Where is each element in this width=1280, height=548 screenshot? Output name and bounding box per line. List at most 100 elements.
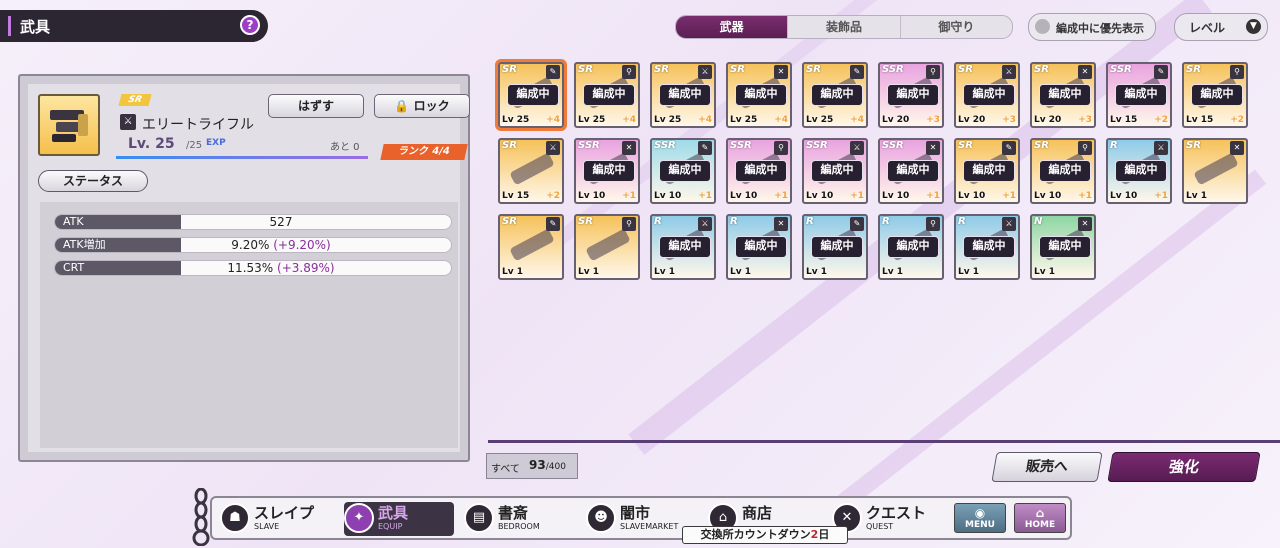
equipped-badge: 編成中: [583, 84, 635, 106]
home-button[interactable]: ⌂ HOME: [1014, 503, 1066, 533]
equipped-badge: 編成中: [1115, 84, 1167, 106]
weapon-card[interactable]: SR ✕ 編成中 Lv 20 +3: [1030, 62, 1096, 128]
equipped-badge: 編成中: [1039, 160, 1091, 182]
tab-charm[interactable]: 御守り: [899, 16, 1012, 38]
nav-bedroom[interactable]: ▤ 書斎 BEDROOM: [464, 502, 576, 536]
equipped-badge: 編成中: [963, 236, 1015, 258]
card-level: Lv 10: [578, 191, 606, 201]
weapon-type-icon: ✎: [850, 65, 864, 79]
card-plus: +4: [774, 115, 788, 125]
unequip-button[interactable]: はずす: [268, 94, 364, 118]
card-rarity: SR: [502, 64, 517, 75]
weapon-card[interactable]: R ⚔ 編成中 Lv 1: [650, 214, 716, 280]
stat-label: ATK増加: [55, 238, 181, 252]
card-rarity: SSR: [882, 140, 904, 151]
card-rarity: SSR: [730, 140, 752, 151]
bottom-nav: ☗ スレイプ SLAVE ✦ 武具 EQUIP ▤ 書斎 BEDROOM ☻ 闇…: [210, 496, 1072, 540]
weapon-type-icon: ⚲: [1078, 141, 1092, 155]
sell-button[interactable]: 販売へ: [991, 452, 1103, 482]
card-plus: +2: [1230, 115, 1244, 125]
sort-label: レベル: [1189, 21, 1226, 35]
priority-toggle[interactable]: 編成中に優先表示: [1028, 13, 1156, 41]
weapon-card[interactable]: R ✕ 編成中 Lv 1: [726, 214, 792, 280]
card-plus: +1: [1078, 191, 1092, 201]
weapon-card[interactable]: N ✕ 編成中 Lv 1: [1030, 214, 1096, 280]
weapon-card[interactable]: SSR ✎ 編成中 Lv 10 +1: [650, 138, 716, 204]
card-rarity: SR: [1186, 140, 1201, 151]
weapon-type-icon: ✎: [1002, 141, 1016, 155]
weapon-card[interactable]: SSR ⚲ 編成中 Lv 20 +3: [878, 62, 944, 128]
weapon-card[interactable]: SR ⚔ 編成中 Lv 25 +4: [650, 62, 716, 128]
card-plus: +4: [698, 115, 712, 125]
card-plus: +1: [926, 191, 940, 201]
tab-weapon[interactable]: 武器: [676, 16, 788, 38]
weapon-card[interactable]: SSR ✕ 編成中 Lv 10 +1: [878, 138, 944, 204]
weapon-card[interactable]: SR ✕ Lv 1: [1182, 138, 1248, 204]
weapon-card[interactable]: SR ⚲ 編成中 Lv 10 +1: [1030, 138, 1096, 204]
inventory-count: すべて 93/400: [486, 453, 578, 479]
count-label: すべて: [491, 464, 520, 475]
equipped-badge: 編成中: [963, 160, 1015, 182]
nav-label: スレイプ: [254, 504, 315, 522]
weapon-art: [1193, 152, 1239, 186]
weapon-card[interactable]: R ✎ 編成中 Lv 1: [802, 214, 868, 280]
weapon-card[interactable]: SR ✕ 編成中 Lv 25 +4: [726, 62, 792, 128]
weapon-card[interactable]: SR ⚔ Lv 15 +2: [498, 138, 564, 204]
weapon-type-icon: ⚔: [120, 114, 136, 130]
card-plus: +1: [622, 191, 636, 201]
status-tab[interactable]: ステータス: [38, 170, 148, 192]
weapon-card[interactable]: SSR ⚔ 編成中 Lv 10 +1: [802, 138, 868, 204]
chevron-down-icon: ▼: [1246, 19, 1261, 34]
weapon-type-icon: ✎: [850, 217, 864, 231]
enhance-button[interactable]: 強化: [1107, 452, 1261, 482]
weapon-card[interactable]: SSR ⚲ 編成中 Lv 10 +1: [726, 138, 792, 204]
page-title: 武具: [20, 18, 51, 36]
weapon-card[interactable]: SSR ✎ 編成中 Lv 15 +2: [1106, 62, 1172, 128]
nav-equip[interactable]: ✦ 武具 EQUIP: [344, 502, 454, 536]
help-button[interactable]: ?: [240, 15, 260, 35]
weapon-card[interactable]: SR ⚔ 編成中 Lv 20 +3: [954, 62, 1020, 128]
weapon-type-icon: ⚔: [1002, 217, 1016, 231]
weapon-type-icon: ✎: [698, 141, 712, 155]
tab-accessory[interactable]: 装飾品: [787, 16, 899, 38]
nav-slave[interactable]: ☗ スレイプ SLAVE: [220, 502, 332, 536]
sort-dropdown[interactable]: レベル ▼: [1174, 13, 1268, 41]
weapon-level: Lv. 25: [128, 136, 175, 152]
card-plus: +3: [1078, 115, 1092, 125]
card-rarity: SR: [502, 216, 517, 227]
weapon-card[interactable]: SR ✎ 編成中 Lv 25 +4: [495, 59, 567, 131]
card-level: Lv 1: [1034, 267, 1055, 277]
priority-toggle-label: 編成中に優先表示: [1056, 22, 1144, 35]
weapon-art: [509, 152, 555, 186]
lock-label: ロック: [413, 99, 450, 113]
equipped-badge: 編成中: [659, 160, 711, 182]
card-level: Lv 1: [730, 267, 751, 277]
lock-button[interactable]: 🔒 ロック: [374, 94, 470, 118]
menu-button[interactable]: ◉ MENU: [954, 503, 1006, 533]
equipped-badge: 編成中: [887, 84, 939, 106]
weapon-card[interactable]: SR ✎ Lv 1: [498, 214, 564, 280]
stat-label: ATK: [55, 215, 181, 229]
selected-weapon-icon: [38, 94, 100, 156]
card-level: Lv 10: [958, 191, 986, 201]
stat-value: 9.20% (+9.20%): [231, 238, 331, 252]
weapon-card[interactable]: R ⚔ 編成中 Lv 1: [954, 214, 1020, 280]
weapon-type-icon: ✕: [926, 141, 940, 155]
stat-row-atk-up: ATK増加 9.20% (+9.20%): [54, 237, 452, 253]
weapon-card[interactable]: R ⚔ 編成中 Lv 10 +1: [1106, 138, 1172, 204]
card-level: Lv 10: [654, 191, 682, 201]
weapon-card[interactable]: SR ⚲ 編成中 Lv 25 +4: [574, 62, 640, 128]
card-rarity: SSR: [882, 64, 904, 75]
card-level: Lv 1: [502, 267, 523, 277]
weapon-card[interactable]: SSR ✕ 編成中 Lv 10 +1: [574, 138, 640, 204]
equipped-badge: 編成中: [735, 84, 787, 106]
card-level: Lv 20: [958, 115, 986, 125]
weapon-card[interactable]: R ⚲ 編成中 Lv 1: [878, 214, 944, 280]
rank-badge: ランク 4/4: [380, 144, 468, 160]
weapon-card[interactable]: SR ⚲ Lv 1: [574, 214, 640, 280]
stat-row-atk: ATK 527: [54, 214, 452, 230]
nav-quest[interactable]: ✕ クエスト QUEST: [832, 502, 944, 536]
weapon-card[interactable]: SR ⚲ 編成中 Lv 15 +2: [1182, 62, 1248, 128]
weapon-card[interactable]: SR ✎ 編成中 Lv 10 +1: [954, 138, 1020, 204]
weapon-card[interactable]: SR ✎ 編成中 Lv 25 +4: [802, 62, 868, 128]
